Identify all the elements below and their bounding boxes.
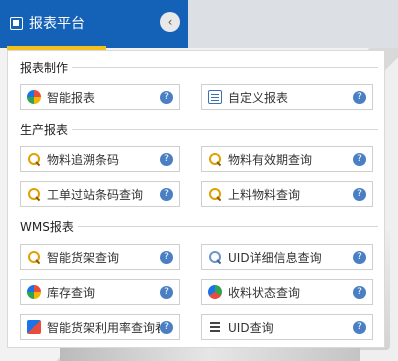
section-divider: [78, 226, 378, 227]
search-icon: [27, 187, 41, 201]
help-icon[interactable]: ?: [353, 285, 366, 299]
color-wheel-icon: [27, 90, 41, 104]
status-icon: [208, 285, 222, 299]
menu-item-smart-shelf[interactable]: 智能货架查询 ?: [20, 244, 180, 270]
help-icon[interactable]: ?: [353, 250, 366, 264]
help-icon[interactable]: ?: [160, 320, 173, 334]
color-wheel-icon: [27, 285, 41, 299]
help-icon[interactable]: ?: [353, 152, 366, 166]
section-title-report-making: 报表制作: [20, 61, 69, 75]
menu-item-smart-report[interactable]: 智能报表 ?: [20, 84, 180, 110]
menu-item-custom-report[interactable]: 自定义报表 ?: [201, 84, 373, 110]
platform-title-text: 报表平台: [29, 16, 85, 32]
menu-item-inventory[interactable]: 库存查询 ?: [20, 279, 180, 305]
help-icon[interactable]: ?: [160, 90, 173, 104]
help-icon[interactable]: ?: [353, 187, 366, 201]
menu-item-receiving-status[interactable]: 收料状态查询 ?: [201, 279, 373, 305]
search-icon: [27, 250, 41, 264]
section-title-wms-report: WMS报表: [20, 220, 74, 234]
menu-item-shelf-utilization[interactable]: 智能货架利用率查询看板 ?: [20, 314, 180, 340]
search-icon: [208, 152, 222, 166]
section-title-production-report: 生产报表: [20, 123, 69, 137]
search-icon: [208, 187, 222, 201]
help-icon[interactable]: ?: [160, 152, 173, 166]
menu-item-uid-detail[interactable]: UID详细信息查询 ?: [201, 244, 373, 270]
menu-item-material-trace[interactable]: 物料追溯条码 ?: [20, 146, 180, 172]
help-icon[interactable]: ?: [160, 285, 173, 299]
collapse-button[interactable]: ‹: [160, 12, 180, 32]
document-icon: [208, 90, 222, 104]
chevron-left-icon: ‹: [167, 15, 173, 29]
report-menu-panel: 报表制作 智能报表 ? 自定义报表 ? 生产报表 物料追溯条码 ? 物料有效期查…: [7, 50, 385, 348]
help-icon[interactable]: ?: [160, 187, 173, 201]
list-icon: [208, 320, 222, 334]
section-divider: [72, 129, 378, 130]
search-icon: [208, 250, 222, 264]
top-bar: 报表平台 ‹: [0, 0, 188, 48]
help-icon[interactable]: ?: [353, 320, 366, 334]
grid-icon: [27, 320, 41, 334]
help-icon[interactable]: ?: [353, 90, 366, 104]
platform-title[interactable]: 报表平台: [10, 13, 85, 33]
section-divider: [72, 67, 378, 68]
menu-item-uid-query[interactable]: UID查询 ?: [201, 314, 373, 340]
menu-item-material-expiry[interactable]: 物料有效期查询 ?: [201, 146, 373, 172]
menu-item-loading-material[interactable]: 上料物料查询 ?: [201, 181, 373, 207]
report-logo-icon: [10, 16, 23, 30]
menu-item-workorder-station[interactable]: 工单过站条码查询 ?: [20, 181, 180, 207]
help-icon[interactable]: ?: [160, 250, 173, 264]
search-icon: [27, 152, 41, 166]
